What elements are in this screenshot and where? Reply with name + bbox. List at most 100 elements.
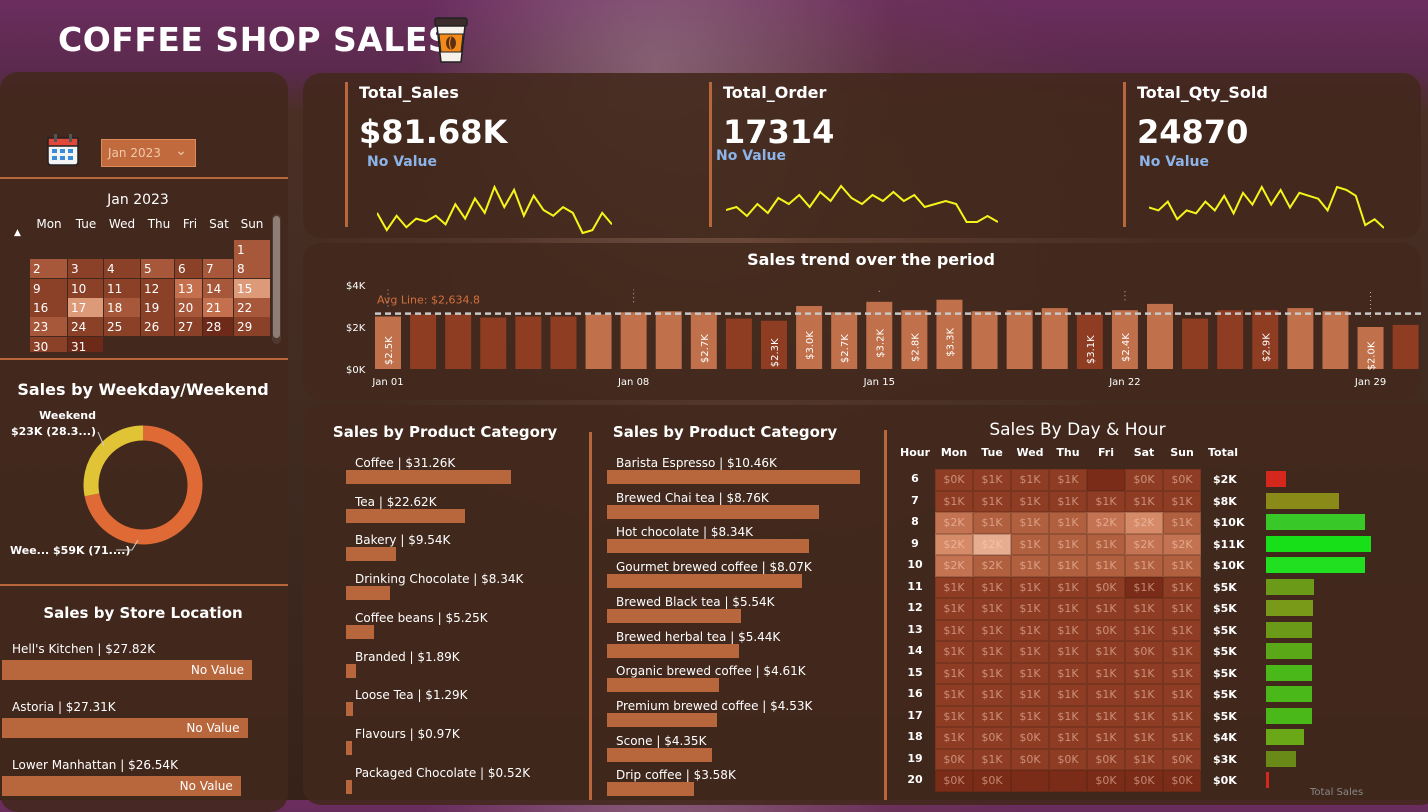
heatmap-cell[interactable]: $2K — [973, 555, 1011, 577]
heatmap-cell[interactable]: $1K — [1125, 576, 1163, 598]
heatmap-cell[interactable]: $1K — [1087, 533, 1125, 555]
calendar-day[interactable]: 26 — [141, 317, 174, 337]
heatmap-cell[interactable]: $1K — [1011, 512, 1049, 534]
heatmap-cell[interactable]: $0K — [935, 748, 973, 770]
heatmap-cell[interactable]: $1K — [1087, 684, 1125, 706]
calendar-day[interactable]: 14 — [203, 278, 233, 298]
heatmap-cell[interactable]: $1K — [1163, 662, 1201, 684]
heatmap-cell[interactable]: $1K — [1163, 705, 1201, 727]
heatmap-cell[interactable]: $1K — [1011, 662, 1049, 684]
calendar-collapse-icon[interactable]: ▲ — [14, 228, 21, 238]
heatmap-cell[interactable]: $1K — [1163, 490, 1201, 512]
heatmap-cell[interactable]: $1K — [1163, 555, 1201, 577]
heatmap-cell[interactable]: $1K — [1049, 641, 1087, 663]
heatmap-cell[interactable]: $0K — [1163, 770, 1201, 792]
heatmap-cell[interactable]: $1K — [1163, 619, 1201, 641]
heatmap-cell[interactable]: $1K — [1011, 576, 1049, 598]
heatmap-cell[interactable]: $1K — [1087, 641, 1125, 663]
calendar-day[interactable]: 24 — [68, 317, 103, 337]
calendar-day[interactable]: 31 — [68, 336, 103, 352]
calendar-day[interactable]: 27 — [175, 317, 202, 337]
calendar-day[interactable]: 8 — [234, 259, 270, 279]
heatmap-cell[interactable]: $1K — [935, 727, 973, 749]
calendar-day[interactable]: 19 — [141, 297, 174, 317]
heatmap-cell[interactable]: $1K — [973, 641, 1011, 663]
heatmap-cell[interactable]: $1K — [935, 576, 973, 598]
heatmap-cell[interactable]: $1K — [1125, 598, 1163, 620]
heatmap-cell[interactable]: $1K — [973, 598, 1011, 620]
calendar-day[interactable]: 12 — [141, 278, 174, 298]
heatmap-cell[interactable]: $1K — [1125, 490, 1163, 512]
heatmap-cell[interactable]: $1K — [1049, 684, 1087, 706]
heatmap-cell[interactable]: $1K — [973, 576, 1011, 598]
heatmap-cell[interactable]: $1K — [935, 619, 973, 641]
heatmap-cell[interactable]: $1K — [1049, 512, 1087, 534]
heatmap-cell[interactable]: $2K — [973, 533, 1011, 555]
heatmap-cell[interactable]: $1K — [1163, 727, 1201, 749]
calendar-day[interactable]: 28 — [203, 317, 233, 337]
heatmap-cell[interactable]: $1K — [1087, 727, 1125, 749]
heatmap-cell[interactable]: $0K — [1125, 469, 1163, 491]
calendar-day[interactable]: 3 — [68, 259, 103, 279]
heatmap-cell[interactable]: $1K — [1011, 641, 1049, 663]
heatmap-cell[interactable]: $1K — [973, 705, 1011, 727]
heatmap-cell[interactable]: $2K — [1163, 533, 1201, 555]
heatmap-cell[interactable]: $1K — [1011, 619, 1049, 641]
heatmap-cell[interactable]: $1K — [935, 684, 973, 706]
heatmap-cell[interactable]: $0K — [1087, 748, 1125, 770]
heatmap-cell[interactable]: $1K — [1049, 555, 1087, 577]
heatmap-cell[interactable]: $1K — [1125, 727, 1163, 749]
heatmap-cell[interactable]: $1K — [1087, 598, 1125, 620]
heatmap-cell[interactable]: $0K — [973, 770, 1011, 792]
calendar-day[interactable]: 23 — [30, 317, 67, 337]
heatmap-cell[interactable]: $1K — [1049, 598, 1087, 620]
heatmap-cell[interactable]: $1K — [935, 490, 973, 512]
calendar-day[interactable]: 16 — [30, 297, 67, 317]
calendar-day[interactable]: 29 — [234, 317, 270, 337]
heatmap-cell[interactable]: $0K — [935, 469, 973, 491]
calendar-day[interactable]: 21 — [203, 297, 233, 317]
heatmap-cell[interactable]: $2K — [935, 533, 973, 555]
heatmap-cell[interactable]: $0K — [1087, 770, 1125, 792]
heatmap-cell[interactable]: $2K — [935, 555, 973, 577]
calendar-day[interactable]: 22 — [234, 297, 270, 317]
heatmap-cell[interactable]: $0K — [1163, 748, 1201, 770]
heatmap-cell[interactable]: $0K — [1087, 619, 1125, 641]
heatmap-cell[interactable]: $2K — [1125, 512, 1163, 534]
heatmap-cell[interactable]: $1K — [1011, 555, 1049, 577]
month-dropdown[interactable]: Jan 2023 ⌄ — [101, 139, 196, 167]
heatmap-cell[interactable]: $0K — [1125, 770, 1163, 792]
heatmap-cell[interactable]: $1K — [973, 619, 1011, 641]
heatmap-cell[interactable]: $2K — [1087, 512, 1125, 534]
heatmap-cell[interactable]: $1K — [1125, 748, 1163, 770]
heatmap-cell[interactable]: $1K — [1049, 533, 1087, 555]
heatmap-cell[interactable]: $1K — [1049, 662, 1087, 684]
heatmap-cell[interactable]: $0K — [1011, 748, 1049, 770]
heatmap-cell[interactable]: $1K — [973, 512, 1011, 534]
heatmap-cell[interactable]: $1K — [1049, 490, 1087, 512]
calendar-scrollbar-thumb[interactable] — [273, 216, 280, 338]
heatmap-cell[interactable]: $1K — [973, 662, 1011, 684]
calendar-day[interactable]: 11 — [104, 278, 140, 298]
heatmap-cell[interactable] — [1049, 770, 1087, 792]
heatmap-cell[interactable]: $1K — [1163, 512, 1201, 534]
heatmap-cell[interactable]: $1K — [973, 684, 1011, 706]
calendar-day[interactable]: 30 — [30, 336, 67, 352]
calendar-day[interactable]: 13 — [175, 278, 202, 298]
heatmap-cell[interactable]: $1K — [1163, 576, 1201, 598]
heatmap-cell[interactable] — [1011, 770, 1049, 792]
heatmap-cell[interactable]: $1K — [1163, 641, 1201, 663]
heatmap-cell[interactable] — [1087, 469, 1125, 491]
calendar-day[interactable]: 4 — [104, 259, 140, 279]
heatmap-cell[interactable]: $1K — [1125, 684, 1163, 706]
heatmap-cell[interactable]: $1K — [935, 662, 973, 684]
heatmap-cell[interactable]: $1K — [1049, 727, 1087, 749]
heatmap-cell[interactable]: $1K — [935, 641, 973, 663]
heatmap-cell[interactable]: $1K — [1049, 469, 1087, 491]
heatmap-cell[interactable]: $1K — [973, 469, 1011, 491]
calendar-day[interactable]: 5 — [141, 259, 174, 279]
heatmap-cell[interactable]: $1K — [1049, 619, 1087, 641]
heatmap-cell[interactable]: $1K — [1011, 684, 1049, 706]
calendar-day[interactable]: 20 — [175, 297, 202, 317]
calendar-day[interactable]: 2 — [30, 259, 67, 279]
